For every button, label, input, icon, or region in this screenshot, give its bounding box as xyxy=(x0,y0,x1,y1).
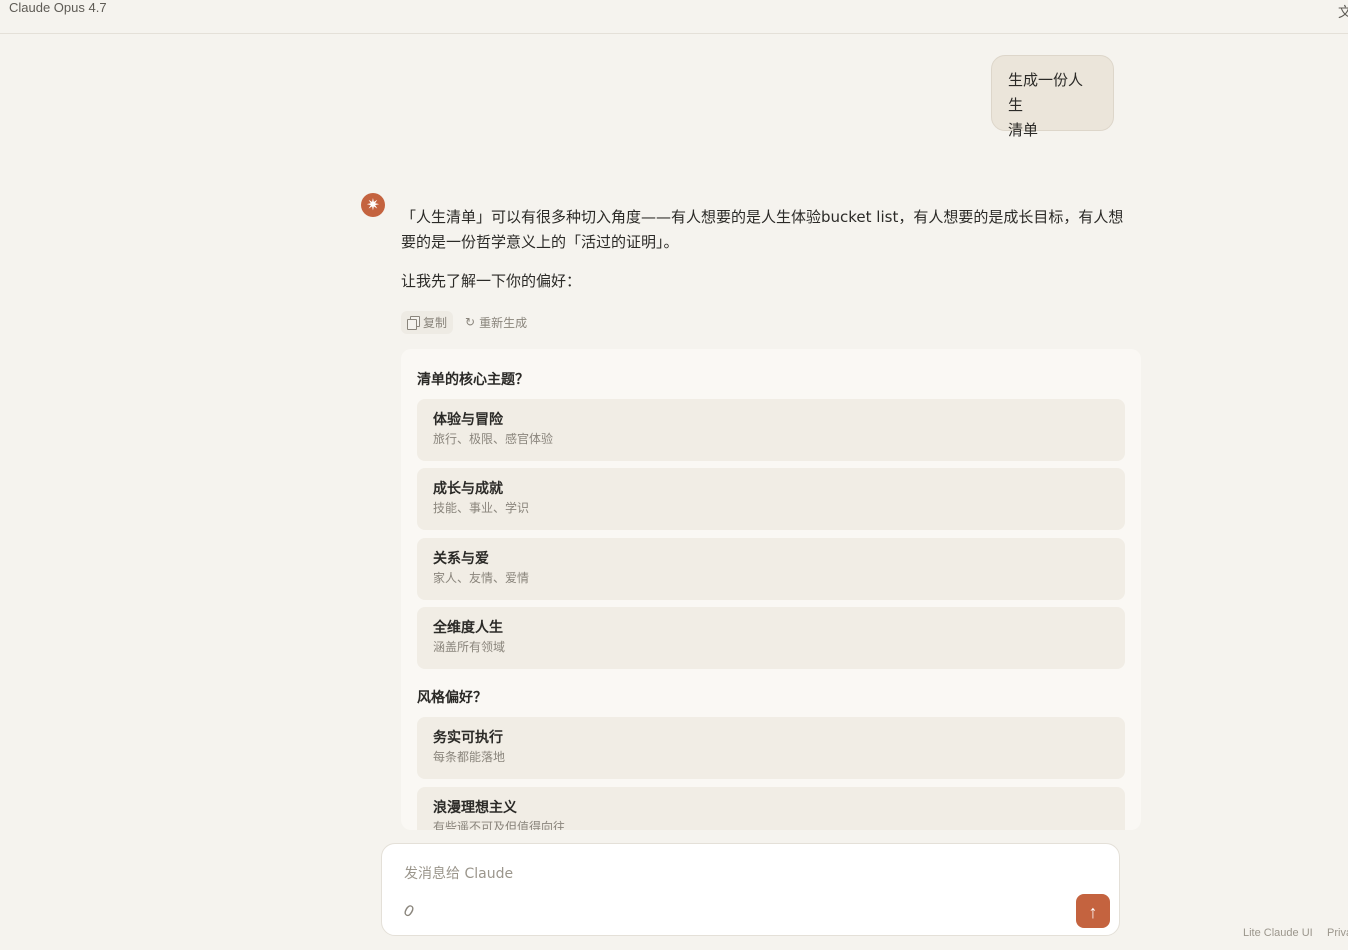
option-description: 家人、友情、爱情 xyxy=(433,571,530,585)
assistant-paragraph: 「人生清单」可以有很多种切入角度——有人想要的是人生体验bucket list，… xyxy=(401,208,1124,251)
regenerate-label: 重新生成 xyxy=(479,315,528,330)
option-romantic[interactable]: 浪漫理想主义 有些遥不可及但值得向往 xyxy=(417,787,1125,830)
refresh-icon: ↻ xyxy=(465,315,476,329)
user-message-line: 清单 xyxy=(1008,121,1039,139)
option-label: 浪漫理想主义 xyxy=(433,800,517,816)
option-description: 旅行、极限、感官体验 xyxy=(433,432,554,446)
option-label: 全维度人生 xyxy=(433,620,503,636)
copy-button[interactable]: 复制 xyxy=(401,310,454,334)
copy-label: 复制 xyxy=(423,315,448,330)
message-actions: 复制 ↻ 重新生成 xyxy=(401,310,533,334)
option-experience[interactable]: 体验与冒险 旅行、极限、感官体验 xyxy=(417,399,1125,461)
user-message-bubble: 生成一份人生 清单 xyxy=(991,55,1114,139)
regenerate-button[interactable]: ↻ 重新生成 xyxy=(459,311,533,334)
footer-brand-link[interactable]: Lite Claude UI xyxy=(1243,927,1313,939)
option-label: 务实可执行 xyxy=(433,730,503,746)
option-relationships[interactable]: 关系与爱 家人、友情、爱情 xyxy=(417,538,1125,600)
user-message-line: 生成一份人生 xyxy=(1008,71,1084,114)
option-label: 体验与冒险 xyxy=(433,412,503,428)
language-icon[interactable]: 文 xyxy=(1338,2,1348,22)
option-description: 涵盖所有领域 xyxy=(433,640,506,654)
option-description: 技能、事业、学识 xyxy=(433,501,530,515)
option-practical[interactable]: 务实可执行 每条都能落地 xyxy=(417,717,1125,779)
copy-icon xyxy=(407,316,420,330)
question-title: 风格偏好？ xyxy=(417,690,487,706)
footer-privacy-link[interactable]: Priva xyxy=(1327,927,1348,939)
app-title: Claude Opus 4.7 xyxy=(9,0,107,15)
message-input[interactable] xyxy=(402,862,1086,886)
option-label: 成长与成就 xyxy=(433,481,503,497)
option-description: 每条都能落地 xyxy=(433,750,506,764)
option-growth[interactable]: 成长与成就 技能、事业、学识 xyxy=(417,468,1125,530)
message-composer: 0 ↑ xyxy=(381,843,1120,936)
paperclip-icon[interactable]: 0 xyxy=(400,901,417,921)
top-bar: Claude Opus 4.7 文 xyxy=(0,0,1348,34)
assistant-paragraph: 让我先了解一下你的偏好： xyxy=(401,272,582,290)
option-label: 关系与爱 xyxy=(433,551,489,567)
claude-avatar-icon: ✷ xyxy=(361,193,385,217)
option-description: 有些遥不可及但值得向往 xyxy=(433,820,566,830)
question-title: 清单的核心主题？ xyxy=(417,372,529,388)
option-all-dimensions[interactable]: 全维度人生 涵盖所有领域 xyxy=(417,607,1125,669)
send-button[interactable]: ↑ xyxy=(1076,894,1110,928)
question-panel: 清单的核心主题？ 体验与冒险 旅行、极限、感官体验 成长与成就 技能、事业、学识… xyxy=(401,349,1141,830)
